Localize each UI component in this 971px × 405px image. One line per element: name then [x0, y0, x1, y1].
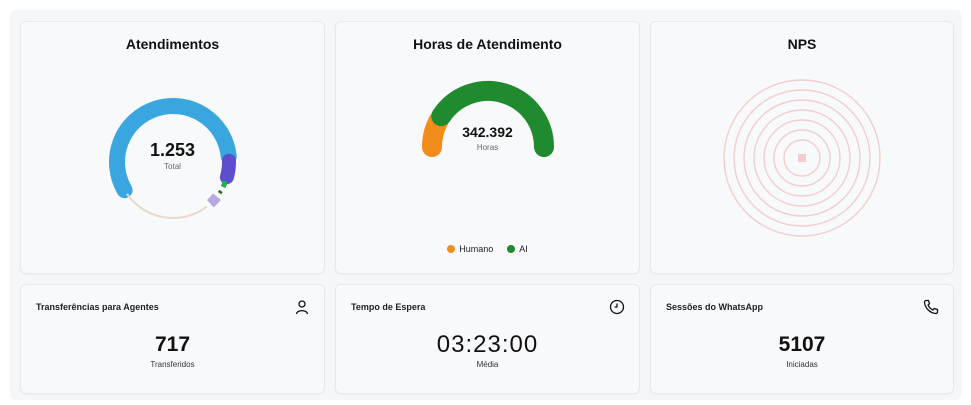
card-horas-atendimento: Horas de Atendimento 342.392 Horas Human…	[335, 21, 640, 274]
card-atendimentos: Atendimentos 1.253 Total	[20, 21, 325, 274]
donut-segment	[220, 180, 228, 189]
nps-center	[798, 154, 806, 162]
session-count: 5107	[778, 333, 826, 356]
card-title: Transferências para Agentes	[36, 302, 159, 312]
wait-time: 03:23:00	[436, 331, 539, 358]
total-label: Total	[164, 162, 181, 171]
card-title: Sessões do WhatsApp	[666, 302, 764, 312]
card-tempo-espera: Tempo de Espera 03:23:00 Média	[335, 284, 640, 394]
dashboard: Atendimentos 1.253 Total Horas de Atendi…	[10, 10, 962, 400]
legend-item-humano: Humano	[447, 244, 493, 254]
legend-dot	[447, 245, 456, 253]
donut-segment	[206, 193, 221, 208]
hours-value: 342.392	[462, 124, 513, 140]
donut-segment	[126, 193, 208, 219]
transfer-count: 717	[154, 333, 191, 356]
legend-label: Humano	[459, 244, 494, 254]
wait-label: Média	[476, 360, 499, 369]
card-title: Tempo de Espera	[351, 302, 426, 312]
legend-dot	[507, 245, 516, 253]
legend-item-ai: AI	[507, 244, 528, 254]
phone-icon	[923, 299, 939, 315]
donut-segment	[217, 189, 223, 195]
card-sessoes-whatsapp: Sessões do WhatsApp 5107 Iniciadas	[650, 284, 954, 394]
hours-label: Horas	[476, 143, 499, 152]
card-transferencias: Transferências para Agentes 717 Transfer…	[20, 284, 325, 394]
user-icon	[295, 300, 309, 315]
total-value: 1.253	[149, 140, 196, 160]
legend-label: AI	[519, 244, 528, 254]
gauge-legend: Humano AI	[336, 244, 639, 254]
clock-icon	[609, 299, 625, 315]
transfer-label: Transferidos	[150, 360, 195, 369]
session-label: Iniciadas	[786, 360, 818, 369]
card-nps: NPS	[650, 21, 954, 274]
nps-radial-placeholder	[723, 79, 881, 237]
